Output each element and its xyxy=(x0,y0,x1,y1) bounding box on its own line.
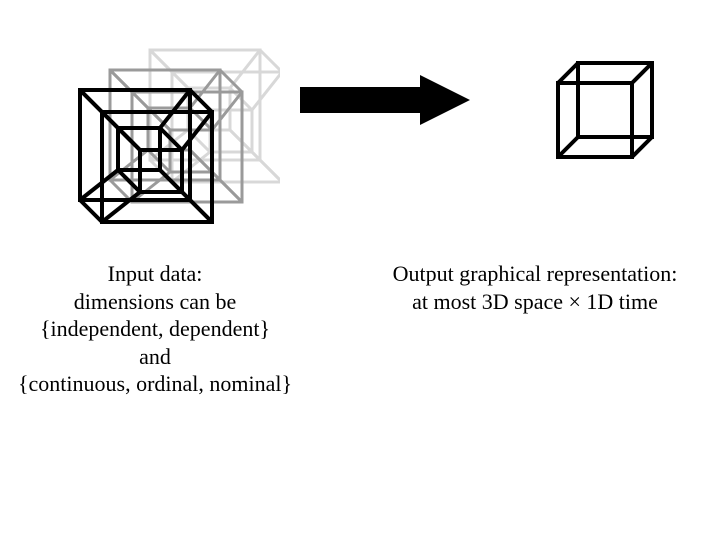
tesseract-cluster xyxy=(60,30,280,250)
cube-icon xyxy=(550,55,660,165)
input-caption-line4: and xyxy=(0,343,310,371)
output-caption-line1: Output graphical representation: xyxy=(370,260,700,288)
diagram-stage: Input data: dimensions can be {independe… xyxy=(0,0,720,540)
input-caption-line5: {continuous, ordinal, nominal} xyxy=(0,370,310,398)
input-caption-line2: dimensions can be xyxy=(0,288,310,316)
arrow-icon xyxy=(300,75,470,125)
input-caption: Input data: dimensions can be {independe… xyxy=(0,260,310,398)
input-caption-line3: {independent, dependent} xyxy=(0,315,310,343)
output-caption-line2: at most 3D space × 1D time xyxy=(370,288,700,316)
input-caption-line1: Input data: xyxy=(0,260,310,288)
output-caption: Output graphical representation: at most… xyxy=(370,260,700,315)
